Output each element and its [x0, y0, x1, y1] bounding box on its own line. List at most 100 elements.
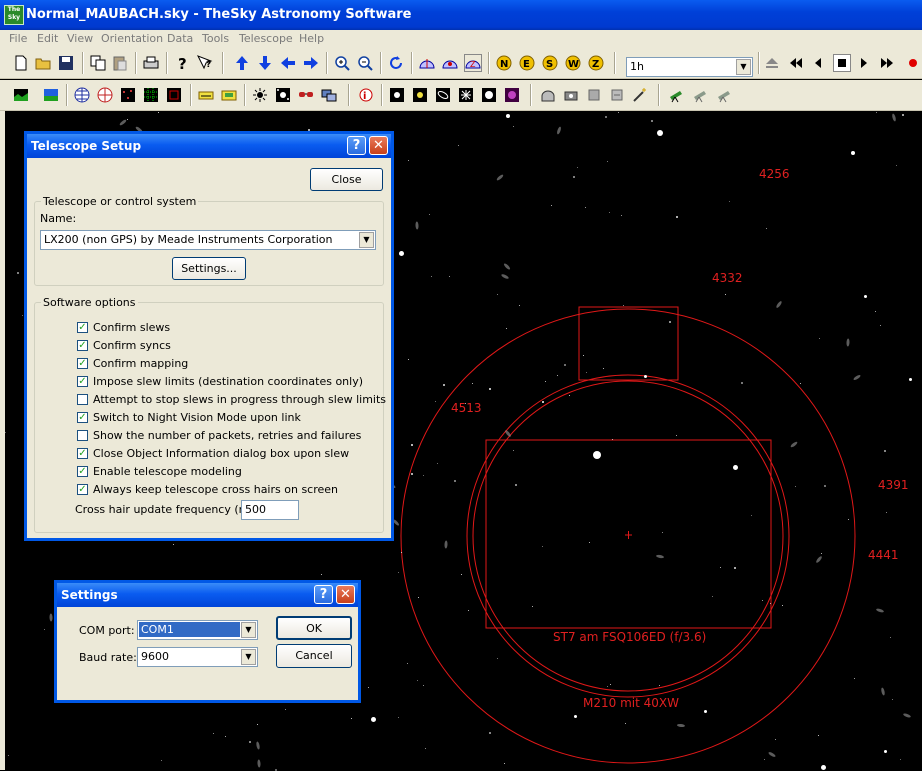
step-back-icon[interactable] — [810, 55, 826, 71]
option-checkbox[interactable] — [77, 430, 88, 441]
star[interactable] — [643, 374, 647, 378]
galaxy-marker[interactable] — [415, 221, 419, 230]
star[interactable] — [573, 714, 577, 718]
fast-forward-icon[interactable] — [879, 55, 895, 71]
app-icon[interactable]: The Sky — [4, 5, 24, 25]
galaxy-icon[interactable] — [435, 87, 451, 103]
landscape-icon[interactable] — [13, 87, 29, 103]
menu-orientation[interactable]: Orientation — [101, 32, 163, 45]
time-step-select[interactable]: 1h ▼ — [626, 57, 753, 77]
frame-icon[interactable] — [166, 87, 182, 103]
close-button[interactable]: Close — [310, 168, 383, 191]
rotate-icon[interactable] — [388, 55, 404, 71]
glasses-icon[interactable] — [298, 87, 314, 103]
star[interactable] — [820, 764, 826, 770]
windows-icon[interactable] — [321, 87, 337, 103]
east-icon[interactable]: E — [519, 55, 535, 71]
filter-icon[interactable] — [586, 87, 602, 103]
zoom-in-icon[interactable] — [334, 55, 350, 71]
com-port-select[interactable]: COM1 ▼ — [137, 620, 258, 640]
option-checkbox[interactable]: ✓ — [77, 412, 88, 423]
north-icon[interactable]: N — [496, 55, 512, 71]
object-info-icon[interactable]: i — [358, 87, 374, 103]
nebula-icon[interactable] — [458, 87, 474, 103]
dialog-help-button[interactable]: ? — [347, 136, 366, 155]
deep-sky-icon[interactable] — [275, 87, 291, 103]
zenith-icon[interactable]: Z — [588, 55, 604, 71]
option-checkbox[interactable] — [77, 394, 88, 405]
horizon-icon[interactable] — [43, 87, 59, 103]
star[interactable] — [657, 130, 663, 136]
south-icon[interactable]: S — [542, 55, 558, 71]
settings-help-button[interactable]: ? — [314, 585, 333, 604]
dialog-close-icon[interactable]: ✕ — [369, 136, 388, 155]
object-label-4332[interactable]: 4332 — [712, 271, 743, 285]
menu-tools[interactable]: Tools — [202, 32, 229, 45]
settings-close-icon[interactable]: ✕ — [336, 585, 355, 604]
arrow-left-icon[interactable] — [280, 55, 296, 71]
star[interactable] — [851, 151, 855, 155]
object-label-4256[interactable]: 4256 — [759, 167, 790, 181]
zoom-out-icon[interactable] — [357, 55, 373, 71]
menu-data[interactable]: Data — [167, 32, 193, 45]
chevron-down-icon[interactable]: ▼ — [241, 622, 256, 638]
globe-grid-icon[interactable] — [74, 87, 90, 103]
crosshair-frequency-input[interactable]: 500 — [241, 500, 299, 520]
record-icon[interactable] — [905, 55, 921, 71]
observatory-icon[interactable] — [540, 87, 556, 103]
focuser-icon[interactable] — [609, 87, 625, 103]
dome-view-icon[interactable] — [442, 55, 458, 71]
star[interactable] — [732, 464, 738, 470]
star[interactable] — [703, 709, 707, 713]
menu-file[interactable]: File — [9, 32, 27, 45]
save-icon[interactable] — [58, 55, 74, 71]
star[interactable] — [863, 294, 867, 298]
baud-rate-select[interactable]: 9600 ▼ — [137, 647, 258, 667]
telescope-slew-icon[interactable] — [692, 87, 708, 103]
menu-edit[interactable]: Edit — [37, 32, 58, 45]
star[interactable] — [398, 250, 404, 256]
ok-button[interactable]: OK — [276, 616, 352, 640]
cancel-button[interactable]: Cancel — [276, 644, 352, 668]
copy-icon[interactable] — [90, 55, 106, 71]
option-checkbox[interactable]: ✓ — [77, 358, 88, 369]
object-label-4441[interactable]: 4441 — [868, 548, 899, 562]
star[interactable] — [370, 716, 376, 722]
arrow-down-icon[interactable] — [257, 55, 273, 71]
chevron-down-icon[interactable]: ▼ — [736, 59, 751, 75]
option-checkbox[interactable]: ✓ — [77, 322, 88, 333]
telescope-control-icon[interactable] — [221, 87, 237, 103]
option-checkbox[interactable]: ✓ — [77, 484, 88, 495]
telescope-name-select[interactable]: LX200 (non GPS) by Meade Instruments Cor… — [40, 230, 376, 250]
fast-rewind-icon[interactable] — [788, 55, 804, 71]
star-cluster-icon[interactable] — [481, 87, 497, 103]
zenith-view-icon[interactable]: Z — [464, 54, 482, 72]
planet-icon[interactable] — [389, 87, 405, 103]
horizon-view-icon[interactable] — [419, 55, 435, 71]
chevron-down-icon[interactable]: ▼ — [359, 232, 374, 248]
constellation-icon[interactable] — [120, 87, 136, 103]
chevron-down-icon[interactable]: ▼ — [241, 649, 256, 665]
context-help-icon[interactable]: ? — [197, 55, 213, 71]
telescope-sync-icon[interactable] — [716, 87, 732, 103]
option-checkbox[interactable]: ✓ — [77, 448, 88, 459]
moon-icon[interactable] — [412, 87, 428, 103]
magic-wand-icon[interactable] — [632, 87, 648, 103]
paste-icon[interactable] — [112, 55, 128, 71]
west-icon[interactable]: W — [565, 55, 581, 71]
galaxy-marker[interactable] — [49, 613, 53, 622]
help-icon[interactable]: ? — [174, 55, 190, 71]
ecliptic-grid-icon[interactable] — [97, 87, 113, 103]
new-file-icon[interactable] — [13, 55, 29, 71]
menu-help[interactable]: Help — [299, 32, 324, 45]
menu-view[interactable]: View — [67, 32, 93, 45]
image-icon[interactable] — [504, 87, 520, 103]
option-checkbox[interactable]: ✓ — [77, 376, 88, 387]
star[interactable] — [908, 377, 912, 381]
star[interactable] — [593, 451, 601, 459]
telescope-icon[interactable] — [668, 87, 684, 103]
step-forward-icon[interactable] — [856, 55, 872, 71]
telescope-link-icon[interactable] — [198, 87, 214, 103]
stop-icon[interactable] — [833, 54, 851, 72]
option-checkbox[interactable]: ✓ — [77, 466, 88, 477]
